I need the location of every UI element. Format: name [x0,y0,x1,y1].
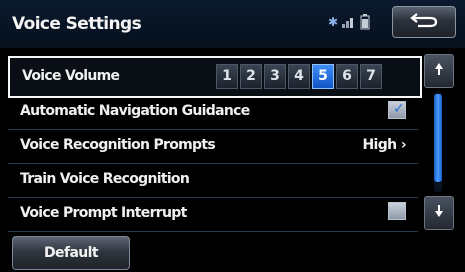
default-button[interactable]: Default [12,236,130,270]
voice-settings-screen: Voice Settings ✱ Voice Volume 1 2 3 4 5 … [0,0,465,272]
voice-recognition-prompts-row[interactable]: Voice Recognition Prompts High › [8,128,418,164]
voice-recognition-prompts-label: Voice Recognition Prompts [20,137,216,153]
signal-icon [341,15,355,29]
bluetooth-icon: ✱ [328,15,339,29]
voice-recognition-prompts-value: High › [362,137,406,153]
voice-prompt-interrupt-label: Voice Prompt Interrupt [20,205,187,221]
voice-prompt-interrupt-checkbox[interactable] [388,202,406,220]
status-icons: ✱ [328,12,370,32]
page-title: Voice Settings [12,14,142,34]
voice-prompt-interrupt-row[interactable]: Voice Prompt Interrupt [8,196,418,232]
header-bar: Voice Settings ✱ [0,0,465,48]
scrollbar-thumb[interactable] [434,94,442,182]
train-voice-recognition-row[interactable]: Train Voice Recognition [8,162,418,198]
train-voice-recognition-label: Train Voice Recognition [20,171,190,187]
scrollbar-track[interactable] [434,92,442,192]
volume-level-5[interactable]: 5 [312,64,334,89]
volume-level-4[interactable]: 4 [288,64,310,89]
volume-level-2[interactable]: 2 [240,64,262,89]
checkmark-icon: ✓ [393,101,405,117]
voice-volume-row: Voice Volume 1 2 3 4 5 6 7 [8,56,422,98]
voice-volume-selector: 1 2 3 4 5 6 7 [216,64,382,89]
back-button[interactable] [392,6,456,38]
scroll-down-button[interactable] [424,196,454,230]
scroll-up-button[interactable] [424,54,454,88]
auto-nav-guidance-row[interactable]: Automatic Navigation Guidance ✓ [8,94,418,130]
battery-icon [360,14,370,30]
auto-nav-guidance-checkbox[interactable]: ✓ [388,101,406,119]
down-arrow-icon [434,204,444,222]
volume-level-6[interactable]: 6 [336,64,358,89]
back-arrow-icon [409,11,439,33]
volume-level-7[interactable]: 7 [360,64,382,89]
up-arrow-icon [434,62,444,80]
volume-level-3[interactable]: 3 [264,64,286,89]
voice-volume-label: Voice Volume [22,68,120,84]
volume-level-1[interactable]: 1 [216,64,238,89]
auto-nav-guidance-label: Automatic Navigation Guidance [20,103,250,119]
